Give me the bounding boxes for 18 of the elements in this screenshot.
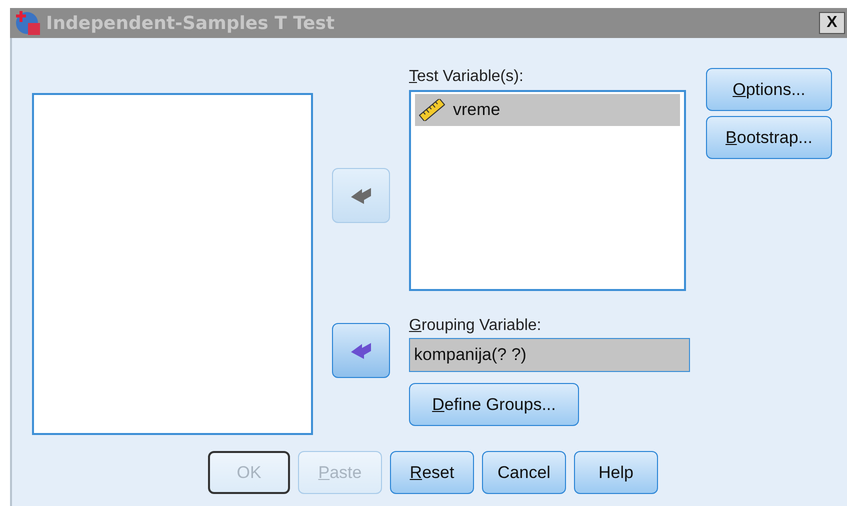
dialog-button[interactable]: Options...: [706, 68, 832, 111]
dialog-button[interactable]: Cancel: [482, 451, 566, 494]
dialog-button[interactable]: Bootstrap...: [706, 116, 832, 159]
dialog-button[interactable]: Help: [574, 451, 658, 494]
arrow-icon: [350, 186, 372, 204]
move-button[interactable]: [332, 323, 390, 378]
arrow-icon: [350, 342, 372, 360]
close-button[interactable]: X: [819, 12, 845, 34]
test-variables-label: Test Variable(s):: [409, 68, 524, 86]
app-icon: [14, 10, 42, 36]
window-title: Independent-Samples T Test: [46, 12, 336, 34]
grouping-variable-label: Grouping Variable:: [409, 317, 542, 335]
define-groups-button[interactable]: Define Groups...: [409, 383, 579, 426]
dialog-button[interactable]: Reset: [390, 451, 474, 494]
test-variables-list[interactable]: vreme: [409, 90, 686, 291]
grouping-variable-field[interactable]: kompanija(? ?): [409, 338, 690, 372]
variable-item[interactable]: vreme: [415, 94, 680, 126]
source-variable-list[interactable]: [32, 93, 313, 435]
